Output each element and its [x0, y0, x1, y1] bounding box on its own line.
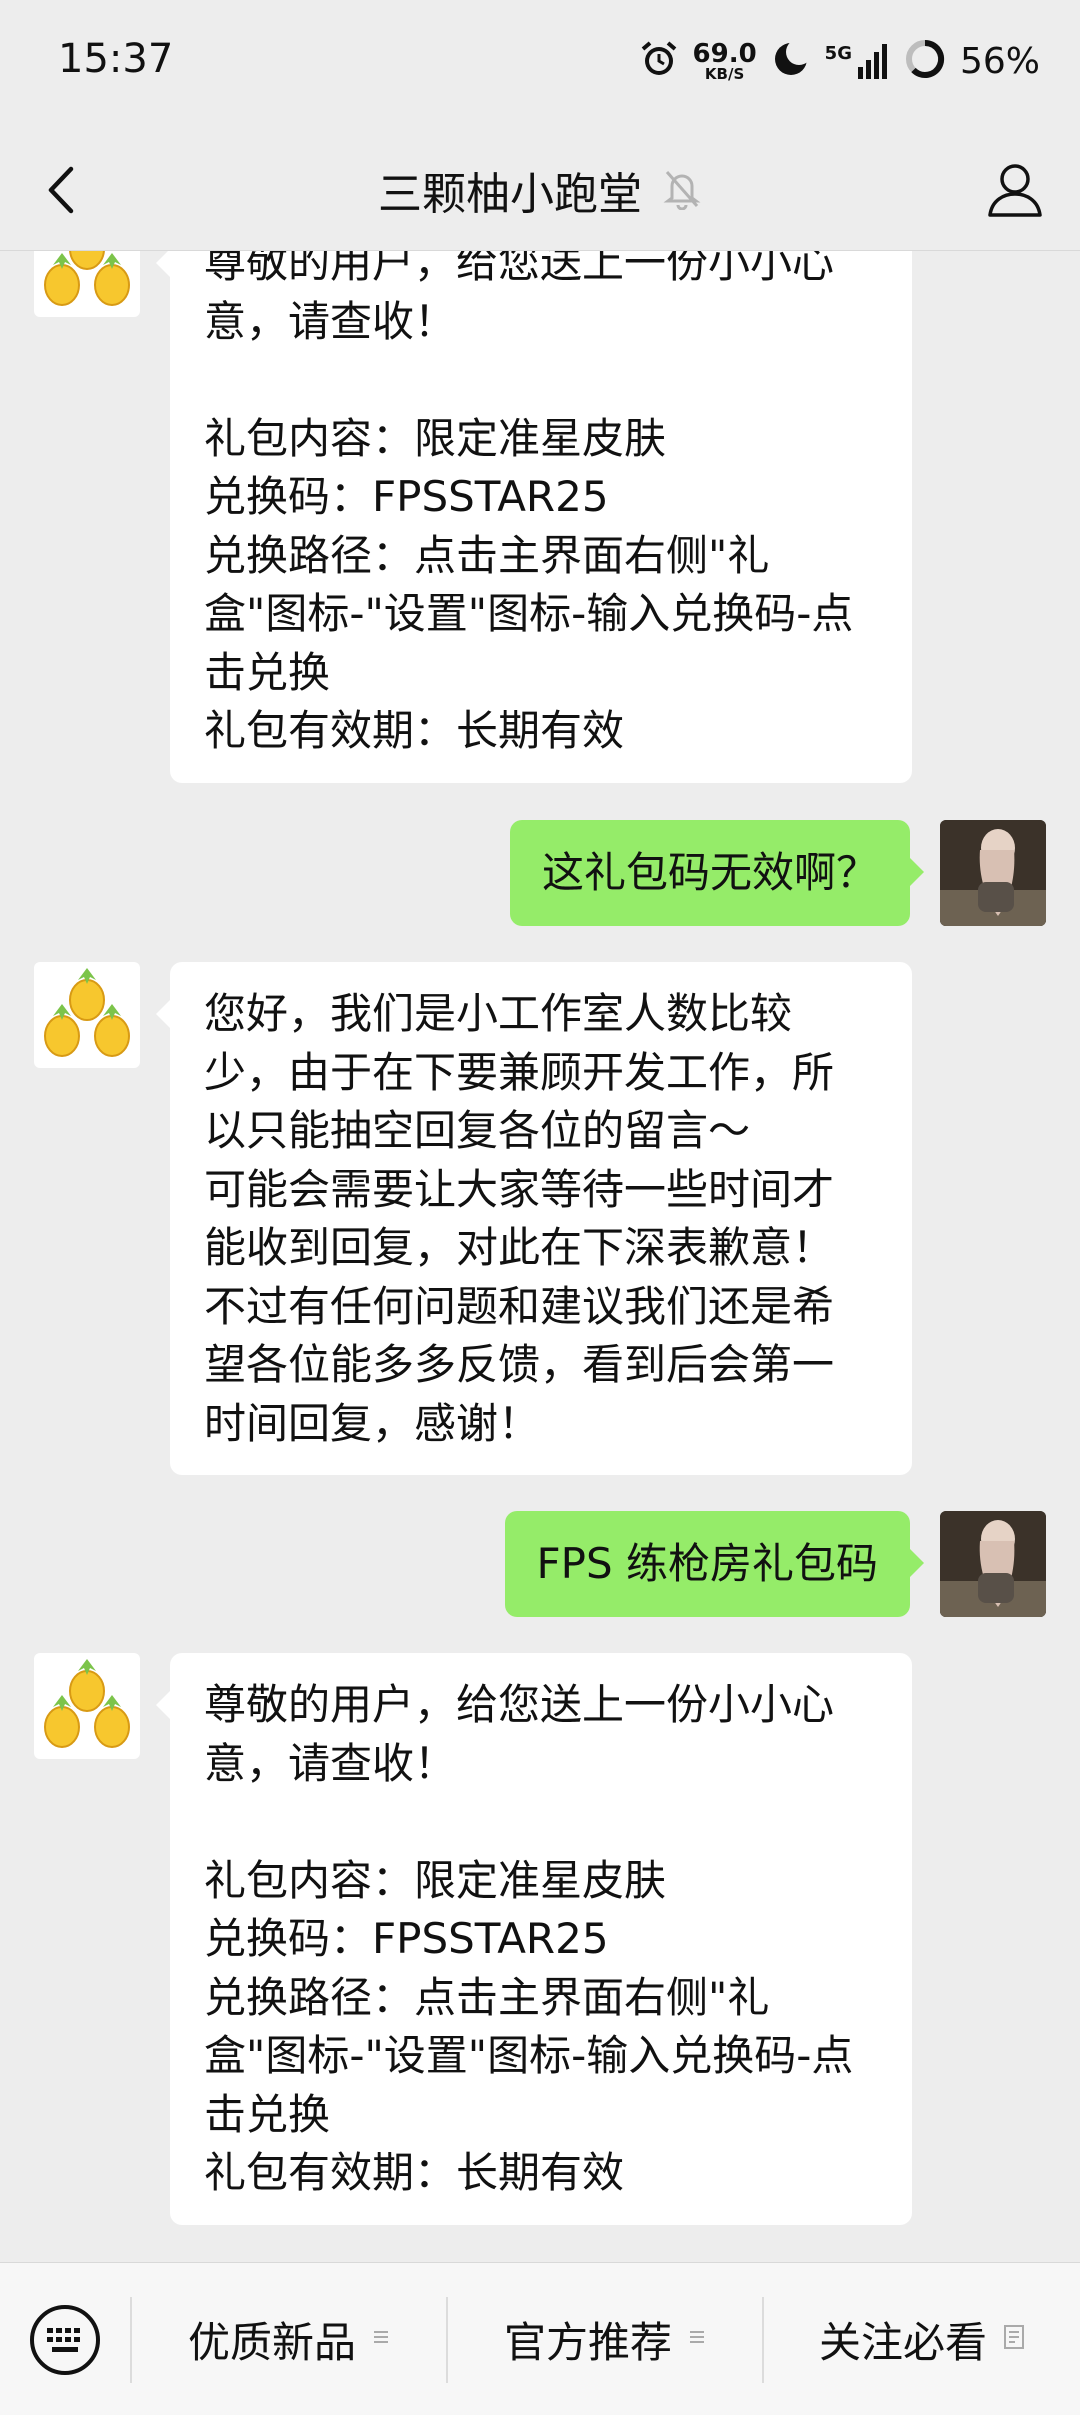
keyboard-icon [30, 2305, 100, 2375]
network-type: 5G [824, 43, 852, 64]
message-line: 尊敬的用户，给您送上一份小小心 [204, 251, 835, 287]
status-time: 15:37 [58, 36, 174, 82]
message-line [204, 351, 878, 410]
message-line: 少，由于在下要兼顾开发工作，所 [204, 1047, 835, 1097]
net-speed-value: 69.0 [692, 38, 757, 69]
moon-icon [771, 39, 812, 83]
message-line: 这礼包码无效啊？ [541, 847, 878, 897]
message-bubble-incoming[interactable]: 尊敬的用户，给您送上一份小小心 意，请查收！ 礼包内容：限定准星皮肤 兑换码：F… [156, 1653, 912, 2225]
status-bar: 15:37 69.0 KB/S 5G 56% [0, 0, 1080, 130]
message-bubble-outgoing[interactable]: FPS 练枪房礼包码 [504, 1511, 924, 1617]
menu-item-label: 优质新品 [187, 2317, 356, 2367]
message-line: 礼包有效期：长期有效 [204, 2148, 625, 2197]
back-button[interactable] [30, 158, 90, 222]
pineapple-logo-icon [44, 251, 130, 306]
message-line: 时间回复，感谢！ [204, 1398, 541, 1448]
pineapple-logo-icon [44, 968, 130, 1057]
user-photo-icon [940, 1511, 1046, 1617]
net-speed-unit: KB/S [704, 64, 745, 83]
message-line: 望各位能多多反馈，看到后会第一 [204, 1340, 835, 1389]
message-line: 礼包内容：限定准星皮肤 [204, 1855, 667, 1905]
message-line: 兑换码：FPSSTAR25 [204, 1914, 609, 1963]
user-photo-icon [940, 820, 1046, 926]
message-line: 击兑换 [204, 2089, 331, 2139]
message-line: 兑换码：FPSSTAR25 [204, 472, 609, 521]
message-line: 意，请查收！ [204, 296, 457, 346]
menu-item-new-products[interactable]: 优质新品 [132, 2263, 446, 2415]
chat-area[interactable]: 尊敬的用户，给您送上一份小小心 意，请查收！ 礼包内容：限定准星皮肤 兑换码：F… [0, 251, 1080, 2261]
battery-percent: 56% [959, 40, 1040, 82]
message-line: 盒"图标-"设置"图标-输入兑换码-点 [204, 589, 854, 638]
status-icons: 69.0 KB/S 5G 56% [639, 36, 1040, 86]
user-avatar[interactable] [940, 820, 1046, 926]
message-line: 意，请查收！ [204, 1738, 457, 1788]
message-line: 能收到回复，对此在下深表歉意！ [204, 1223, 835, 1272]
account-avatar[interactable] [34, 962, 140, 1068]
message-line: 礼包内容：限定准星皮肤 [204, 413, 667, 463]
user-avatar[interactable] [940, 1511, 1046, 1617]
message-line: 不过有任何问题和建议我们还是希 [204, 1281, 835, 1331]
message-line: 兑换路径：点击主界面右侧"礼 [204, 530, 770, 580]
chat-header: 三颗柚小跑堂 [0, 130, 1080, 251]
message-line: 您好，我们是小工作室人数比较 [204, 989, 793, 1038]
message-line: 兑换路径：点击主界面右侧"礼 [204, 1972, 770, 2022]
profile-button[interactable] [980, 154, 1050, 224]
menu-lines-icon [372, 2328, 390, 2350]
net-speed: 69.0 KB/S [693, 41, 757, 82]
message-bubble-incoming[interactable]: 您好，我们是小工作室人数比较 少，由于在下要兼顾开发工作，所 以只能抽空回复各位… [156, 962, 912, 1475]
chat-title: 三颗柚小跑堂 [378, 169, 642, 220]
message-line: 礼包有效期：长期有效 [204, 706, 625, 755]
menu-item-label: 关注必看 [818, 2317, 987, 2367]
profile-icon [988, 164, 1042, 217]
message-line: 可能会需要让大家等待一些时间才 [204, 1164, 835, 1214]
article-icon [1003, 2324, 1025, 2354]
menu-item-official-picks[interactable]: 官方推荐 [448, 2263, 762, 2415]
message-line: 盒"图标-"设置"图标-输入兑换码-点 [204, 2031, 854, 2080]
message-line: 以只能抽空回复各位的留言～ [204, 1106, 751, 1155]
bottom-menu: 优质新品 官方推荐 关注必看 [0, 2262, 1080, 2415]
message-line [204, 1793, 878, 1852]
battery-ring-icon [904, 38, 946, 84]
message-bubble-outgoing[interactable]: 这礼包码无效啊？ [509, 820, 924, 926]
account-avatar[interactable] [34, 1653, 140, 1759]
account-avatar[interactable] [34, 251, 140, 317]
menu-item-must-read[interactable]: 关注必看 [764, 2263, 1080, 2415]
pineapple-logo-icon [44, 1659, 130, 1748]
message-line: 尊敬的用户，给您送上一份小小心 [204, 1680, 835, 1729]
message-line: 击兑换 [204, 647, 331, 697]
message-bubble-incoming[interactable]: 尊敬的用户，给您送上一份小小心 意，请查收！ 礼包内容：限定准星皮肤 兑换码：F… [156, 251, 912, 783]
menu-item-label: 官方推荐 [503, 2317, 672, 2367]
menu-lines-icon [688, 2328, 706, 2350]
mute-bell-icon [662, 166, 702, 214]
alarm-icon [639, 39, 679, 83]
back-icon [48, 166, 74, 214]
message-line: FPS 练枪房礼包码 [536, 1538, 879, 1588]
keyboard-button[interactable] [28, 2303, 102, 2377]
signal-icon: 5G [825, 43, 890, 79]
